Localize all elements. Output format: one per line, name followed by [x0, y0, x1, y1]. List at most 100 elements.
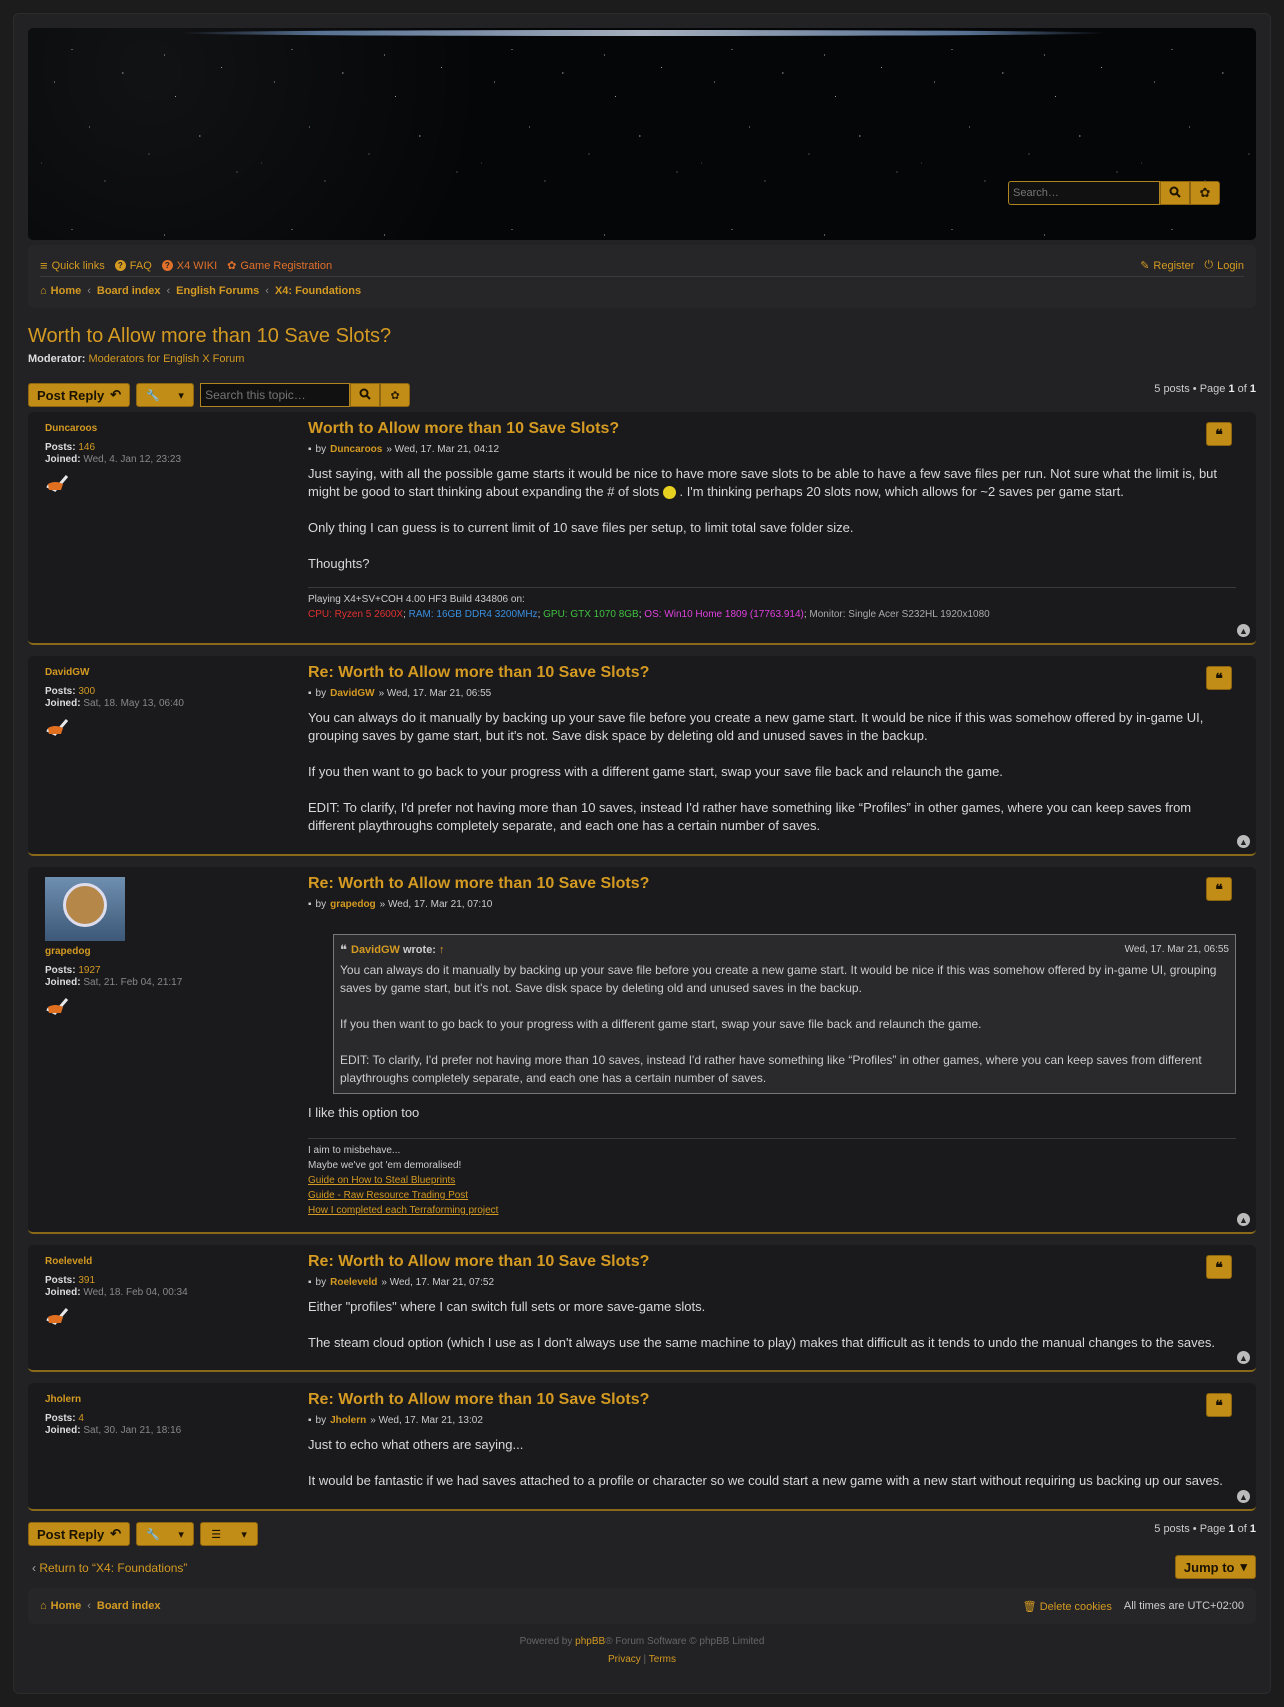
caret-down-icon: ▾ [241, 1528, 247, 1541]
caret-down-icon: ▾ [178, 1528, 184, 1541]
post-reply-button[interactable]: Post Reply ↶ [28, 1522, 131, 1546]
game-registration-link[interactable]: ✿ Game Registration [227, 259, 333, 273]
breadcrumb-x4-foundations[interactable]: X4: Foundations [275, 285, 361, 297]
post-paragraph: If you then want to go back to your prog… [308, 764, 1003, 779]
quote-button[interactable]: ❝ [1206, 666, 1232, 690]
post-meta-author[interactable]: Roeleveld [330, 1277, 377, 1288]
gear-icon: ✿ [1199, 185, 1211, 200]
jump-to-label: Jump to [1183, 1559, 1235, 1575]
back-to-top-icon[interactable]: ▲ [1237, 1351, 1250, 1364]
back-to-top-icon[interactable]: ▲ [1237, 1213, 1250, 1226]
signature-link[interactable]: How I completed each Terraforming projec… [308, 1205, 498, 1216]
post-count[interactable]: 146 [78, 442, 95, 453]
back-to-top-icon[interactable]: ▲ [1237, 835, 1250, 848]
back-to-top-icon[interactable]: ▲ [1237, 1490, 1250, 1503]
delete-cookies-link[interactable]: 🗑 Delete cookies [1023, 1600, 1112, 1613]
post-author[interactable]: Duncaroos [45, 423, 97, 434]
breadcrumb-separator: ‹ [87, 1600, 91, 1612]
post-paragraph: Only thing I can guess is to current lim… [308, 520, 854, 535]
quote-button[interactable]: ❝ [1206, 1393, 1232, 1417]
moderator-link[interactable]: Moderators for English X Forum [89, 353, 245, 365]
topic-search-button[interactable] [350, 383, 381, 407]
quote-button[interactable]: ❝ [1206, 422, 1232, 446]
topic-tools-button[interactable]: 🔧 ▾ [136, 1522, 195, 1546]
quote-author[interactable]: DavidGW [351, 941, 400, 959]
quote-source-arrow[interactable]: ↑ [439, 941, 445, 959]
topic-advanced-search-button[interactable]: ✿ [380, 383, 411, 407]
breadcrumb-board-index[interactable]: Board index [97, 285, 161, 297]
hamburger-icon: ≡ [40, 258, 48, 273]
header-search-input[interactable] [1008, 181, 1160, 205]
banner-glow [178, 30, 1108, 36]
joined-date: Wed, 18. Feb 04, 00:34 [83, 1287, 188, 1298]
post-title[interactable]: Re: Worth to Allow more than 10 Save Slo… [308, 1253, 649, 1270]
power-icon: ⏻ [1204, 259, 1214, 271]
game-registration-label: Game Registration [240, 259, 333, 272]
post-paragraph: Either "profiles" where I can switch ful… [308, 1299, 706, 1314]
post-count[interactable]: 1927 [78, 965, 100, 976]
reply-arrow-icon: ↶ [110, 387, 122, 402]
post-meta-author[interactable]: Duncaroos [330, 444, 382, 455]
breadcrumb-separator: ‹ [166, 285, 171, 297]
quote-wrote: wrote: [402, 944, 436, 956]
post-profile: Jholern Posts: 4 Joined: Sat, 30. Jan 21… [45, 1393, 285, 1437]
back-to-top-icon[interactable]: ▲ [1237, 624, 1250, 637]
top-action-bar: Post Reply↶ 🔧▾ ✿ [28, 383, 411, 407]
footer-board-index-link[interactable]: Board index [97, 1600, 161, 1612]
post-author[interactable]: DavidGW [45, 667, 89, 678]
signature-link[interactable]: Guide on How to Steal Blueprints [308, 1175, 455, 1186]
post-meta-author[interactable]: DavidGW [330, 688, 374, 699]
topic-search-input[interactable] [200, 383, 351, 407]
post-title[interactable]: Re: Worth to Allow more than 10 Save Slo… [308, 1391, 649, 1408]
login-link[interactable]: ⏻ Login [1204, 259, 1244, 272]
quick-links-label: Quick links [51, 259, 105, 272]
post-author[interactable]: Roeleveld [45, 1256, 92, 1267]
register-link[interactable]: ✎ Register [1140, 259, 1194, 273]
post-title[interactable]: Worth to Allow more than 10 Save Slots? [308, 420, 619, 437]
quote-button[interactable]: ❝ [1206, 1255, 1232, 1279]
post-author[interactable]: grapedog [45, 946, 91, 957]
sort-options-button[interactable]: ☰ ▾ [200, 1522, 259, 1546]
quote-button[interactable]: ❝ [1206, 877, 1232, 901]
topic-title[interactable]: Worth to Allow more than 10 Save Slots? [28, 325, 391, 348]
signature: Playing X4+SV+COH 4.00 HF3 Build 434806 … [308, 587, 1236, 622]
quick-links-menu[interactable]: ≡ Quick links [40, 258, 105, 273]
footer-home-link[interactable]: Home [51, 1600, 82, 1612]
post-count[interactable]: 4 [78, 1413, 84, 1424]
rank-icon [45, 472, 69, 492]
rank-icon [45, 995, 69, 1015]
jump-to-button[interactable]: Jump to ▾ [1174, 1555, 1256, 1579]
post-author-info: Posts: 4 Joined: Sat, 30. Jan 21, 18:16 [45, 1413, 285, 1437]
return-to-forum-link[interactable]: ‹ Return to “X4: Foundations” [32, 1561, 187, 1575]
topic-tools-button[interactable]: 🔧 ▾ [136, 383, 195, 407]
post-meta-author[interactable]: grapedog [330, 899, 376, 910]
breadcrumb-english-forums[interactable]: English Forums [176, 285, 259, 297]
phpbb-link[interactable]: phpBB [575, 1636, 605, 1647]
signature-link[interactable]: Guide - Raw Resource Trading Post [308, 1190, 468, 1201]
header-search-button[interactable] [1160, 181, 1190, 205]
quote-icon: ❝ [1215, 669, 1223, 686]
post-profile: grapedog Posts: 1927 Joined: Sat, 21. Fe… [45, 877, 285, 1015]
terms-link[interactable]: Terms [649, 1654, 676, 1665]
header-advanced-search-button[interactable]: ✿ [1190, 181, 1220, 205]
quote-paragraph: If you then want to go back to your prog… [340, 1017, 982, 1031]
faq-link[interactable]: ? FAQ [114, 260, 152, 272]
post-paragraph: I like this option too [308, 1105, 420, 1120]
post-author[interactable]: Jholern [45, 1394, 81, 1405]
post-count[interactable]: 391 [78, 1275, 95, 1286]
post-count[interactable]: 300 [78, 686, 95, 697]
quote-paragraph: EDIT: To clarify, I'd prefer not having … [340, 1053, 1202, 1085]
home-icon: ⌂ [40, 1600, 47, 1612]
post-author-info: Posts: 146 Joined: Wed, 4. Jan 12, 23:23 [45, 442, 285, 466]
post-title[interactable]: Re: Worth to Allow more than 10 Save Slo… [308, 664, 649, 681]
search-icon [359, 388, 371, 403]
post-reply-button[interactable]: Post Reply ↶ [28, 383, 131, 407]
post-title[interactable]: Re: Worth to Allow more than 10 Save Slo… [308, 875, 649, 892]
quote-icon: ❝ [340, 942, 347, 957]
post-reply-label: Post Reply [37, 1526, 105, 1542]
privacy-link[interactable]: Privacy [608, 1654, 641, 1665]
joined-date: Wed, 4. Jan 12, 23:23 [83, 454, 182, 465]
wiki-link[interactable]: ? X4 WIKI [161, 260, 217, 272]
post-meta-author[interactable]: Jholern [330, 1415, 366, 1426]
breadcrumb-home[interactable]: Home [51, 285, 82, 297]
